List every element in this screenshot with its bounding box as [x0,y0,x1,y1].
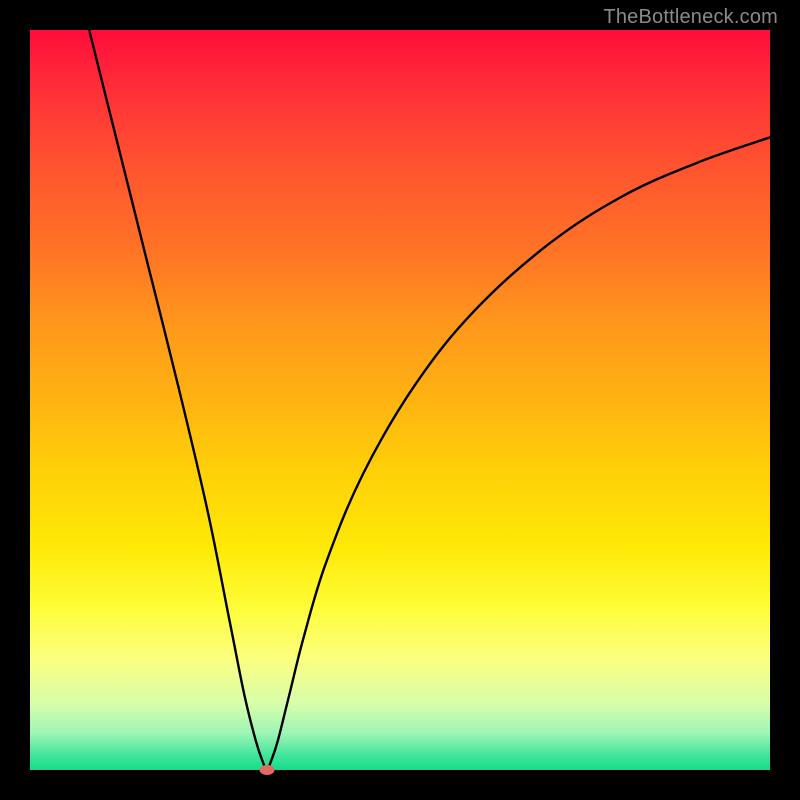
plot-area [30,30,770,770]
minimum-marker [259,765,274,775]
bottleneck-curve-path [89,30,770,770]
curve-svg [30,30,770,770]
watermark-text: TheBottleneck.com [603,6,778,29]
chart-frame: TheBottleneck.com [0,0,800,800]
